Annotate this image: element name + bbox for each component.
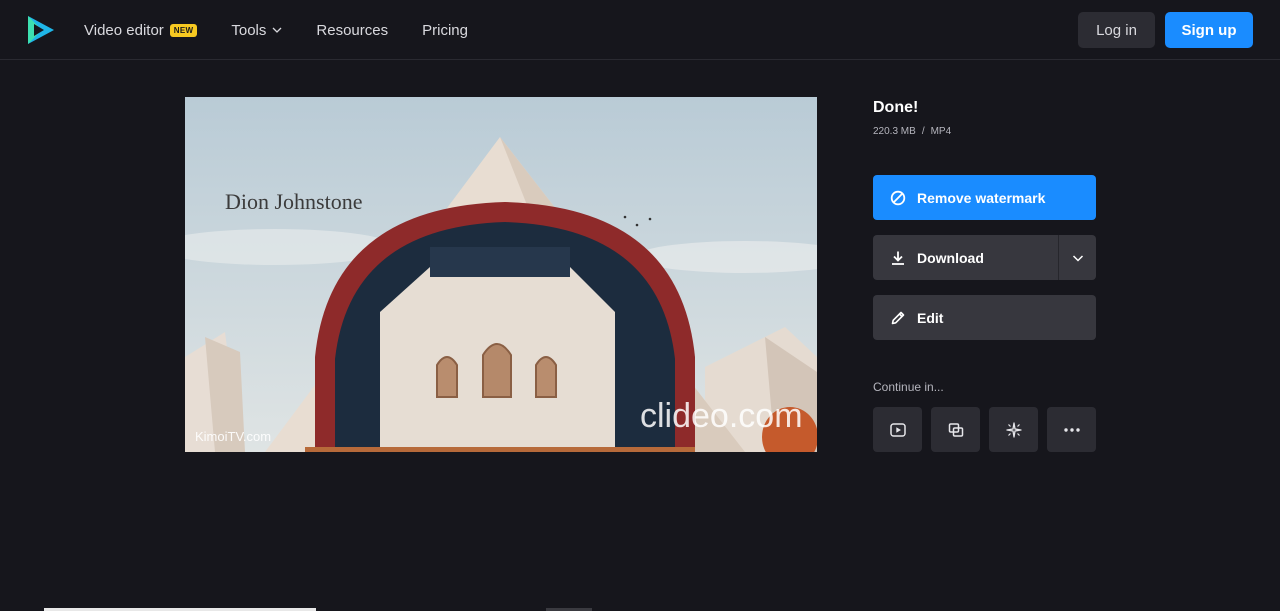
file-format: MP4 [930, 126, 952, 137]
edit-label: Edit [917, 309, 944, 326]
remove-watermark-label: Remove watermark [917, 189, 1046, 206]
nav-resources[interactable]: Resources [316, 22, 388, 39]
chevron-down-icon [272, 27, 282, 33]
nav-pricing-label: Pricing [422, 21, 468, 39]
continue-sparkle-button[interactable] [989, 407, 1038, 452]
download-label: Download [917, 249, 984, 266]
video-corner-mark: KimoiTV.com [195, 429, 272, 444]
nav-video-editor[interactable]: Video editor NEW [84, 21, 198, 39]
download-options-dropdown[interactable] [1058, 235, 1096, 280]
file-info-separator: / [921, 126, 925, 137]
continue-video-player-button[interactable] [873, 407, 922, 452]
signup-button[interactable]: Sign up [1165, 12, 1253, 48]
continue-merge-button[interactable] [931, 407, 980, 452]
nav-video-editor-label: Video editor [84, 21, 164, 39]
new-badge: NEW [169, 23, 198, 37]
prohibited-icon [890, 190, 906, 205]
pencil-icon [891, 311, 905, 324]
video-watermark: clideo.com [640, 397, 803, 435]
continue-in-label: Continue in... [873, 380, 944, 394]
nav-tools-label: Tools [231, 21, 267, 39]
nav-pricing[interactable]: Pricing [422, 22, 468, 39]
file-info: 220.3 MB / MP4 [873, 126, 951, 137]
video-preview[interactable]: Dion Johnstone clideo.com KimoiTV.com [185, 97, 817, 452]
status-title: Done! [873, 99, 919, 116]
login-button[interactable]: Log in [1078, 12, 1155, 48]
top-header: Video editor NEW Tools Resources Pricing… [0, 0, 1280, 60]
nav-resources-label: Resources [316, 21, 389, 39]
clideo-logo-icon[interactable] [26, 14, 56, 46]
chevron-down-icon [1072, 254, 1083, 262]
video-player-icon [889, 422, 906, 437]
file-size: 220.3 MB [873, 126, 916, 137]
continue-more-button[interactable] [1047, 407, 1096, 452]
download-icon [892, 251, 904, 265]
merge-icon [948, 422, 963, 437]
more-icon [1063, 427, 1080, 432]
sparkle-icon [1005, 421, 1022, 438]
main-nav: Video editor NEW Tools Resources Pricing [84, 0, 502, 60]
remove-watermark-button[interactable]: Remove watermark [873, 175, 1096, 220]
video-title-overlay: Dion Johnstone [225, 189, 363, 214]
edit-button[interactable]: Edit [873, 295, 1096, 340]
nav-tools[interactable]: Tools [231, 22, 282, 39]
